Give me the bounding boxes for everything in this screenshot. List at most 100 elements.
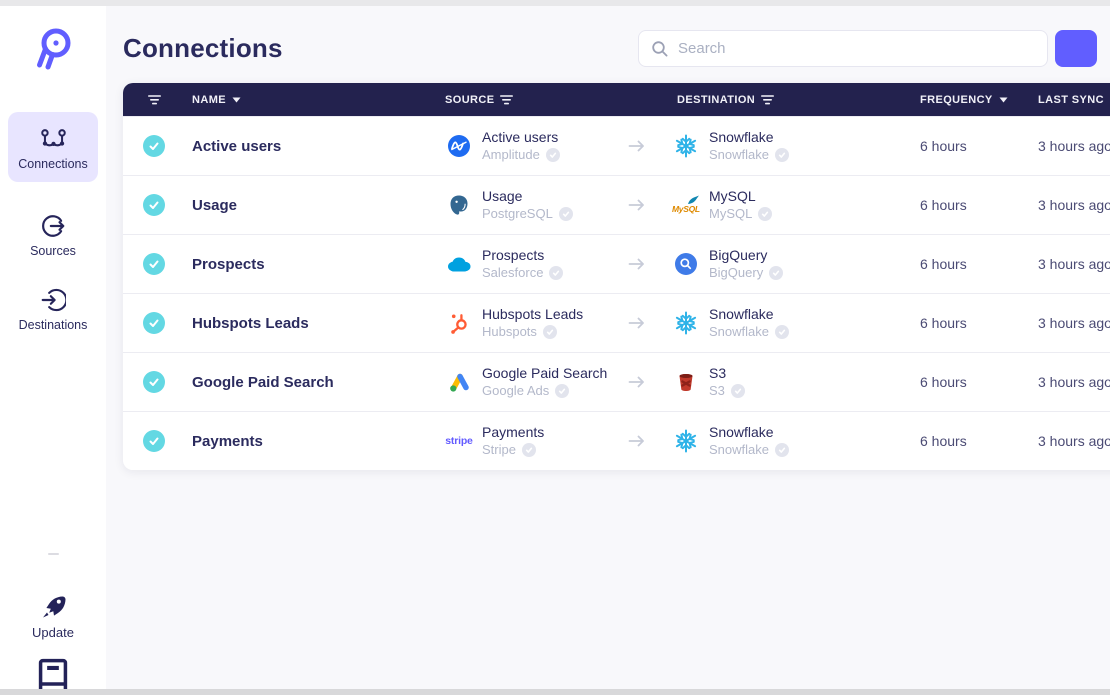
source-cell[interactable]: Hubspots Leads Hubspots xyxy=(438,306,623,340)
table-row[interactable]: Prospects Prospects Salesforce BigQuery … xyxy=(123,234,1110,293)
verified-badge-icon xyxy=(774,324,789,339)
table-row[interactable]: Google Paid Search Google Paid Search Go… xyxy=(123,352,1110,411)
column-header-last-sync[interactable]: LAST SYNC xyxy=(1031,94,1110,106)
column-header-source[interactable]: SOURCE xyxy=(438,94,623,106)
hubspot-icon xyxy=(445,311,473,336)
window-bottom-edge xyxy=(0,689,1110,695)
last-sync-value: 3 hours ago xyxy=(1038,433,1110,449)
sidebar-item-sources[interactable]: Sources xyxy=(30,212,76,258)
source-cell[interactable]: Usage PostgreSQL xyxy=(438,188,623,222)
sort-caret-icon xyxy=(232,97,241,103)
s3-icon xyxy=(672,370,700,394)
sidebar-item-connections[interactable]: Connections xyxy=(8,112,98,182)
destination-cell[interactable]: BigQuery BigQuery xyxy=(623,247,913,281)
bigquery-icon xyxy=(672,252,700,276)
sidebar: Connections Sources Destinations Update xyxy=(0,6,106,693)
source-title: Google Paid Search xyxy=(482,365,608,382)
verified-badge-icon xyxy=(545,147,560,162)
sidebar-item-destinations[interactable]: Destinations xyxy=(18,286,88,332)
table-row[interactable]: Payments stripe Payments Stripe Snowflak… xyxy=(123,411,1110,470)
new-connection-button[interactable] xyxy=(1055,30,1097,67)
destination-connector: Snowflake xyxy=(709,146,769,162)
source-title: Usage xyxy=(482,188,523,205)
verified-badge-icon xyxy=(774,442,789,457)
source-connector: PostgreSQL xyxy=(482,205,553,221)
column-header-name[interactable]: NAME xyxy=(185,94,438,106)
source-title: Prospects xyxy=(482,247,545,264)
sidebar-item-label: Connections xyxy=(18,157,88,171)
sidebar-item-docs[interactable] xyxy=(34,658,72,693)
verified-badge-icon xyxy=(774,147,789,162)
header-filter-cell[interactable] xyxy=(123,94,185,105)
frequency-value: 6 hours xyxy=(920,315,967,331)
status-enabled-icon[interactable] xyxy=(143,135,165,157)
source-connector: Amplitude xyxy=(482,146,540,162)
frequency-value: 6 hours xyxy=(920,197,967,213)
search-input[interactable] xyxy=(678,40,1035,57)
amplitude-icon xyxy=(445,134,473,158)
verified-badge-icon xyxy=(758,206,773,221)
table-row[interactable]: Usage Usage PostgreSQL MySQL MySQL MySQL xyxy=(123,175,1110,234)
verified-badge-icon xyxy=(549,265,564,280)
source-cell[interactable]: Active users Amplitude xyxy=(438,129,623,163)
destination-icon xyxy=(40,286,66,313)
sidebar-item-update[interactable]: Update xyxy=(32,593,74,640)
destination-cell[interactable]: S3 S3 xyxy=(623,365,913,399)
last-sync-value: 3 hours ago xyxy=(1038,315,1110,331)
source-title: Hubspots Leads xyxy=(482,306,584,323)
airbyte-logo[interactable] xyxy=(28,22,78,72)
column-header-destination[interactable]: DESTINATION xyxy=(623,94,913,106)
status-enabled-icon[interactable] xyxy=(143,430,165,452)
status-enabled-icon[interactable] xyxy=(143,253,165,275)
arrow-right-icon xyxy=(628,375,645,389)
table-row[interactable]: Hubspots Leads Hubspots Leads Hubspots S… xyxy=(123,293,1110,352)
search-box[interactable] xyxy=(638,30,1048,67)
column-header-frequency[interactable]: FREQUENCY xyxy=(913,94,1031,106)
status-enabled-icon[interactable] xyxy=(143,194,165,216)
source-connector: Salesforce xyxy=(482,264,544,280)
connection-name[interactable]: Payments xyxy=(185,433,438,450)
connections-icon xyxy=(40,125,67,152)
source-title: Active users xyxy=(482,129,559,146)
destination-title: MySQL xyxy=(709,188,756,205)
destination-cell[interactable]: Snowflake Snowflake xyxy=(623,129,913,163)
source-cell[interactable]: Google Paid Search Google Ads xyxy=(438,365,623,399)
table-row[interactable]: Active users Active users Amplitude Snow… xyxy=(123,116,1110,175)
frequency-value: 6 hours xyxy=(920,374,967,390)
destination-cell[interactable]: Snowflake Snowflake xyxy=(623,424,913,458)
frequency-value: 6 hours xyxy=(920,138,967,154)
status-enabled-icon[interactable] xyxy=(143,312,165,334)
source-connector: Stripe xyxy=(482,441,516,457)
destination-cell[interactable]: Snowflake Snowflake xyxy=(623,306,913,340)
snowflake-icon xyxy=(672,428,700,454)
connection-name[interactable]: Prospects xyxy=(185,256,438,273)
snowflake-icon xyxy=(672,310,700,336)
destination-connector: BigQuery xyxy=(709,264,764,280)
search-icon xyxy=(651,40,669,58)
connection-name[interactable]: Hubspots Leads xyxy=(185,315,438,332)
source-connector: Hubspots xyxy=(482,323,537,339)
connection-name[interactable]: Usage xyxy=(185,197,438,214)
sidebar-item-label: Sources xyxy=(30,244,76,258)
last-sync-value: 3 hours ago xyxy=(1038,138,1110,154)
arrow-right-icon xyxy=(628,139,645,153)
destination-title: BigQuery xyxy=(709,247,768,264)
connections-table: NAME SOURCE DESTINATION FREQUENCY LAST S… xyxy=(123,83,1110,470)
source-cell[interactable]: stripe Payments Stripe xyxy=(438,424,623,458)
page-title: Connections xyxy=(123,33,283,63)
table-header-row: NAME SOURCE DESTINATION FREQUENCY LAST S… xyxy=(123,83,1110,116)
connection-name[interactable]: Active users xyxy=(185,138,438,155)
main-content: Connections NAME xyxy=(106,6,1110,689)
arrow-right-icon xyxy=(628,198,645,212)
status-enabled-icon[interactable] xyxy=(143,371,165,393)
arrow-right-icon xyxy=(628,257,645,271)
sidebar-item-label: Destinations xyxy=(18,318,88,332)
verified-badge-icon xyxy=(555,383,570,398)
source-cell[interactable]: Prospects Salesforce xyxy=(438,247,623,281)
destination-cell[interactable]: MySQL MySQL MySQL xyxy=(623,188,913,222)
source-title: Payments xyxy=(482,424,545,441)
destination-connector: Snowflake xyxy=(709,323,769,339)
connection-name[interactable]: Google Paid Search xyxy=(185,374,438,391)
last-sync-value: 3 hours ago xyxy=(1038,197,1110,213)
sort-caret-icon xyxy=(999,97,1008,103)
